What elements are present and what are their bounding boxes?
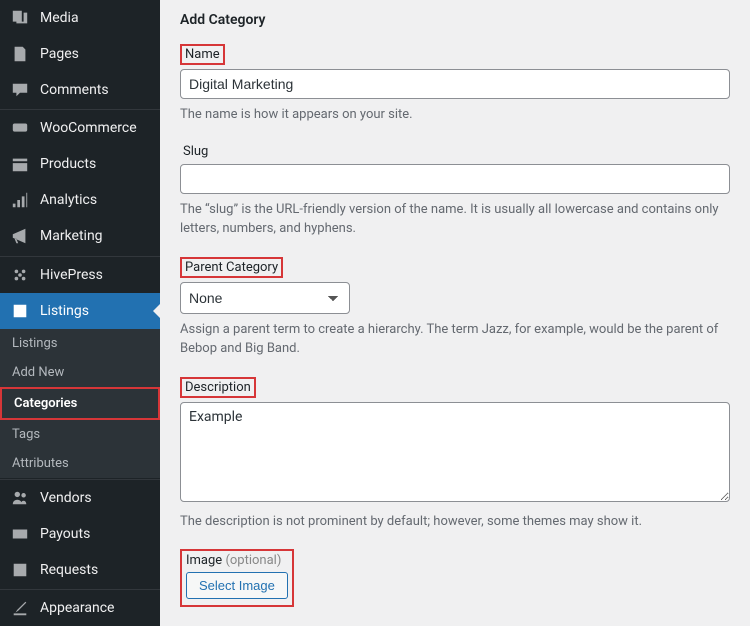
field-parent: Parent Category None Assign a parent ter… <box>180 257 730 359</box>
comments-icon <box>10 80 30 100</box>
sidebar-item-media[interactable]: Media <box>0 0 160 36</box>
field-image: Image (optional) Select Image <box>180 549 730 607</box>
listings-submenu: Listings Add New Categories Tags Attribu… <box>0 329 160 478</box>
page-title: Add Category <box>180 12 730 28</box>
slug-input[interactable] <box>180 164 730 194</box>
sidebar-item-pages[interactable]: Pages <box>0 36 160 72</box>
sidebar-item-label: Products <box>40 156 96 172</box>
requests-icon <box>10 560 30 580</box>
sidebar-item-label: Requests <box>40 562 98 578</box>
parent-label: Parent Category <box>180 257 283 278</box>
image-label: Image (optional) <box>186 553 281 568</box>
admin-sidebar: Media Pages Comments WooCommerce Product… <box>0 0 160 626</box>
sidebar-item-label: HivePress <box>40 267 103 283</box>
parent-help: Assign a parent term to create a hierarc… <box>180 320 730 359</box>
submenu-item-attributes[interactable]: Attributes <box>0 449 160 478</box>
sidebar-item-listings[interactable]: Listings <box>0 293 160 329</box>
field-slug: Slug The “slug” is the URL-friendly vers… <box>180 143 730 239</box>
analytics-icon <box>10 190 30 210</box>
sidebar-item-hivepress[interactable]: HivePress <box>0 257 160 293</box>
sidebar-item-label: Listings <box>40 303 89 319</box>
sidebar-item-vendors[interactable]: Vendors <box>0 480 160 516</box>
sidebar-item-label: Media <box>40 10 79 26</box>
sidebar-item-woocommerce[interactable]: WooCommerce <box>0 110 160 146</box>
sidebar-item-label: Vendors <box>40 490 92 506</box>
slug-label: Slug <box>180 143 211 160</box>
sidebar-item-products[interactable]: Products <box>0 146 160 182</box>
sidebar-item-label: Analytics <box>40 192 97 208</box>
sidebar-item-label: Payouts <box>40 526 90 542</box>
sidebar-item-payouts[interactable]: Payouts <box>0 516 160 552</box>
parent-select[interactable]: None <box>180 282 350 314</box>
marketing-icon <box>10 226 30 246</box>
sidebar-item-requests[interactable]: Requests <box>0 552 160 588</box>
sidebar-item-label: Appearance <box>40 600 114 616</box>
submenu-item-tags[interactable]: Tags <box>0 420 160 449</box>
description-textarea[interactable] <box>180 402 730 502</box>
appearance-icon <box>10 598 30 618</box>
submenu-item-listings[interactable]: Listings <box>0 329 160 358</box>
slug-help: The “slug” is the URL-friendly version o… <box>180 200 730 239</box>
woocommerce-icon <box>10 118 30 138</box>
description-label: Description <box>180 377 256 398</box>
name-input[interactable] <box>180 69 730 99</box>
field-name: Name The name is how it appears on your … <box>180 44 730 125</box>
select-image-button[interactable]: Select Image <box>186 572 288 599</box>
pages-icon <box>10 44 30 64</box>
main-content: Add Category Name The name is how it app… <box>160 0 750 626</box>
payouts-icon <box>10 524 30 544</box>
sidebar-item-analytics[interactable]: Analytics <box>0 182 160 218</box>
sidebar-item-label: WooCommerce <box>40 120 137 136</box>
listings-icon <box>10 301 30 321</box>
sidebar-item-label: Pages <box>40 46 79 62</box>
submenu-item-categories[interactable]: Categories <box>0 387 160 420</box>
sidebar-item-comments[interactable]: Comments <box>0 72 160 108</box>
sidebar-item-appearance[interactable]: Appearance <box>0 590 160 626</box>
field-description: Description The description is not promi… <box>180 377 730 532</box>
sidebar-item-label: Marketing <box>40 228 103 244</box>
name-help: The name is how it appears on your site. <box>180 105 730 125</box>
submenu-item-add-new[interactable]: Add New <box>0 358 160 387</box>
media-icon <box>10 8 30 28</box>
name-label: Name <box>180 44 225 65</box>
sidebar-item-label: Comments <box>40 82 109 98</box>
description-help: The description is not prominent by defa… <box>180 512 730 532</box>
hivepress-icon <box>10 265 30 285</box>
vendors-icon <box>10 488 30 508</box>
products-icon <box>10 154 30 174</box>
sidebar-item-marketing[interactable]: Marketing <box>0 218 160 254</box>
